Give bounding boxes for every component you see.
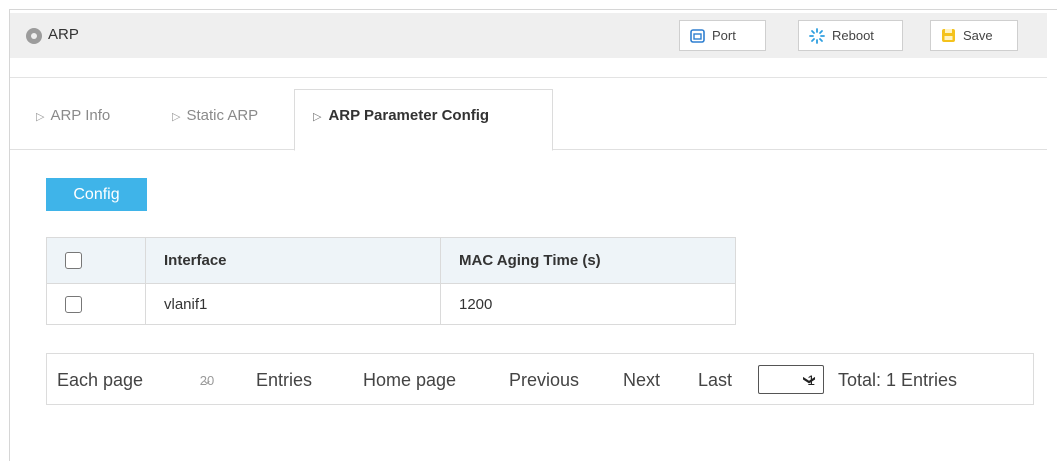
each-page-label: Each page bbox=[57, 370, 144, 390]
next-page-link[interactable]: Next bbox=[623, 370, 660, 391]
entries-label: Entries bbox=[256, 370, 313, 390]
reboot-spinner-icon bbox=[809, 27, 825, 44]
interface-cell: vlanif1 bbox=[145, 283, 441, 325]
row-select-cell bbox=[46, 283, 146, 325]
tab-label: ARP Info bbox=[50, 107, 111, 124]
tab-label: Static ARP bbox=[186, 107, 259, 124]
chevron-right-icon: ▷ bbox=[172, 111, 181, 123]
pagination-bar: Each page 20 ⌄ Entries Home page Previou… bbox=[46, 353, 1034, 405]
port-icon bbox=[690, 28, 705, 43]
chevron-right-icon: ▷ bbox=[36, 111, 45, 123]
previous-page-link[interactable]: Previous bbox=[509, 370, 579, 391]
page-size-select[interactable]: 20 ⌄ bbox=[170, 366, 244, 394]
select-all-checkbox[interactable] bbox=[65, 252, 82, 270]
total-entries-label: Total: 1 Entries bbox=[838, 370, 958, 390]
config-button[interactable]: Config bbox=[46, 178, 147, 211]
tab-static-arp[interactable]: ▷ Static ARP bbox=[172, 95, 258, 141]
tab-arp-info[interactable]: ▷ ARP Info bbox=[36, 95, 110, 141]
arp-parameter-table: Interface MAC Aging Time (s) vlanif1 120… bbox=[46, 237, 736, 325]
home-page-link[interactable]: Home page bbox=[363, 370, 456, 391]
page-title: ARP bbox=[48, 26, 79, 43]
page-number-select[interactable]: 1 ❯ bbox=[758, 365, 824, 394]
save-button-label: Save bbox=[963, 28, 993, 43]
mac-aging-time-cell: 1200 bbox=[440, 283, 736, 325]
port-button[interactable]: Port bbox=[679, 20, 766, 51]
reboot-button[interactable]: Reboot bbox=[798, 20, 903, 51]
select-all-cell bbox=[46, 237, 146, 284]
save-floppy-icon bbox=[941, 28, 956, 43]
save-button[interactable]: Save bbox=[930, 20, 1018, 51]
column-header-interface[interactable]: Interface bbox=[145, 237, 441, 284]
tab-label: ARP Parameter Config bbox=[328, 107, 490, 124]
column-header-mac-aging-time[interactable]: MAC Aging Time (s) bbox=[440, 237, 736, 284]
chevron-right-icon: ▷ bbox=[313, 111, 322, 123]
location-pin-icon bbox=[26, 28, 42, 44]
chevron-down-icon: ❯ bbox=[802, 374, 817, 385]
chevron-down-icon: ⌄ bbox=[201, 372, 213, 387]
reboot-button-label: Reboot bbox=[832, 28, 874, 43]
port-button-label: Port bbox=[712, 28, 736, 43]
tab-arp-parameter-config[interactable]: ▷ ARP Parameter Config bbox=[294, 89, 553, 151]
row-checkbox[interactable] bbox=[65, 295, 82, 313]
table-header-row: Interface MAC Aging Time (s) bbox=[46, 237, 736, 284]
page-header: ARP Port Reboot Save bbox=[10, 13, 1047, 58]
table-row: vlanif1 1200 bbox=[46, 283, 736, 325]
last-page-link[interactable]: Last bbox=[698, 370, 732, 391]
